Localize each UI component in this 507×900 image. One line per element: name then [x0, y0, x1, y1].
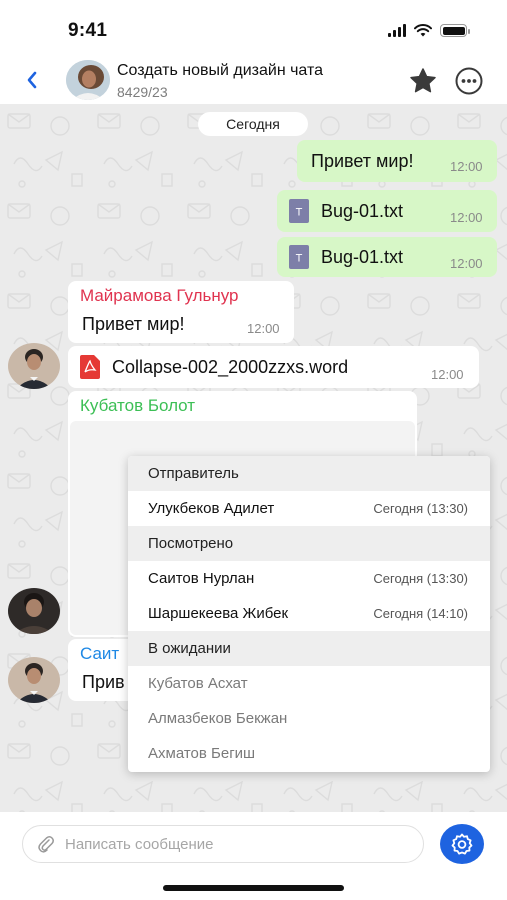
- file-name: Bug-01.txt: [321, 247, 404, 267]
- receipt-name: Алмазбеков Бекжан: [148, 710, 288, 727]
- receipt-row[interactable]: Алмазбеков Бекжан: [128, 701, 490, 736]
- text-file-icon: T: [289, 199, 309, 223]
- message-text: Привет мир!: [311, 151, 414, 171]
- sender-avatar[interactable]: [8, 588, 60, 634]
- status-bar: 9:41: [0, 0, 507, 58]
- chat-messages-area[interactable]: Сегодня Привет мир! 12:00 T Bug-01.txt 1…: [0, 104, 507, 812]
- receipt-name: Улукбеков Адилет: [148, 500, 275, 517]
- file-name: Bug-01.txt: [321, 201, 404, 221]
- sender-avatar[interactable]: [8, 657, 60, 703]
- svg-text:T: T: [296, 253, 303, 265]
- sender-name[interactable]: Саит: [80, 644, 119, 664]
- sender-avatar[interactable]: [8, 343, 60, 389]
- message-composer: [0, 812, 507, 900]
- message-input[interactable]: [65, 826, 405, 862]
- pdf-file-icon: [80, 355, 100, 379]
- date-separator: Сегодня: [198, 112, 308, 136]
- outgoing-message-bubble[interactable]: Привет мир! 12:00: [297, 140, 497, 182]
- star-icon: [410, 68, 436, 93]
- battery-icon: [440, 24, 470, 37]
- receipt-row[interactable]: Ахматов Бегиш: [128, 736, 490, 771]
- section-header-pending: В ожидании: [128, 631, 490, 666]
- text-file-icon: T: [289, 245, 309, 269]
- outgoing-file-bubble[interactable]: T Bug-01.txt 12:00: [277, 190, 497, 232]
- message-time: 12:00: [450, 256, 483, 271]
- chat-header: Создать новый дизайн чата 8429/23: [0, 58, 507, 104]
- person-photo-icon: [8, 657, 60, 703]
- section-header-sender: Отправитель: [128, 456, 490, 491]
- chat-title: Создать новый дизайн чата: [117, 62, 324, 79]
- message-time: 12:00: [247, 321, 280, 336]
- message-text: Прив: [82, 672, 125, 692]
- receipt-time: Сегодня (13:30): [373, 571, 468, 586]
- section-header-viewed: Посмотрено: [128, 526, 490, 561]
- receipt-time: Сегодня (14:10): [373, 606, 468, 621]
- chevron-left-icon: [27, 71, 37, 89]
- paperclip-icon[interactable]: [37, 835, 55, 855]
- outgoing-file-bubble[interactable]: T Bug-01.txt 12:00: [277, 237, 497, 277]
- more-options-button[interactable]: [454, 66, 484, 96]
- settings-action-button[interactable]: [440, 824, 484, 864]
- back-button[interactable]: [20, 66, 44, 94]
- chat-subtitle: 8429/23: [117, 84, 168, 100]
- read-receipts-popup[interactable]: Отправитель Улукбеков Адилет Сегодня (13…: [128, 456, 490, 772]
- person-photo-icon: [8, 588, 60, 634]
- message-time: 12:00: [431, 367, 464, 382]
- incoming-file-bubble[interactable]: Collapse-002_2000zzxs.word 12:00: [68, 346, 479, 388]
- chat-avatar[interactable]: [66, 60, 110, 100]
- status-time: 9:41: [68, 20, 108, 41]
- receipt-row[interactable]: Кубатов Асхат: [128, 666, 490, 701]
- sender-name[interactable]: Майрамова Гульнур: [80, 286, 239, 306]
- ellipsis-circle-icon: [455, 67, 483, 95]
- receipt-name: Шаршекеева Жибек: [148, 605, 289, 622]
- favorite-button[interactable]: [408, 66, 438, 96]
- svg-text:T: T: [296, 207, 303, 219]
- receipt-row[interactable]: Улукбеков Адилет Сегодня (13:30): [128, 491, 490, 526]
- receipt-row[interactable]: Саитов Нурлан Сегодня (13:30): [128, 561, 490, 596]
- status-icons: [388, 24, 470, 37]
- wifi-icon: [414, 24, 432, 37]
- home-indicator: [163, 885, 344, 891]
- incoming-message-bubble[interactable]: Майрамова Гульнур Привет мир! 12:00: [68, 281, 294, 343]
- message-time: 12:00: [450, 159, 483, 174]
- receipt-name: Саитов Нурлан: [148, 570, 255, 587]
- message-input-container[interactable]: [22, 825, 424, 863]
- receipt-row[interactable]: Шаршекеева Жибек Сегодня (14:10): [128, 596, 490, 631]
- message-text: Привет мир!: [82, 314, 185, 334]
- receipt-time: Сегодня (13:30): [373, 501, 468, 516]
- cellular-signal-icon: [388, 24, 406, 37]
- sender-name[interactable]: Кубатов Болот: [80, 396, 195, 416]
- file-name: Collapse-002_2000zzxs.word: [112, 357, 349, 377]
- message-time: 12:00: [450, 210, 483, 225]
- gear-icon: [451, 833, 473, 855]
- person-photo-icon: [8, 343, 60, 389]
- section-label: В ожидании: [148, 640, 231, 657]
- section-label: Посмотрено: [148, 535, 234, 552]
- person-photo-icon: [66, 60, 110, 100]
- section-label: Отправитель: [148, 465, 239, 482]
- receipt-name: Кубатов Асхат: [148, 675, 248, 692]
- receipt-name: Ахматов Бегиш: [148, 745, 256, 762]
